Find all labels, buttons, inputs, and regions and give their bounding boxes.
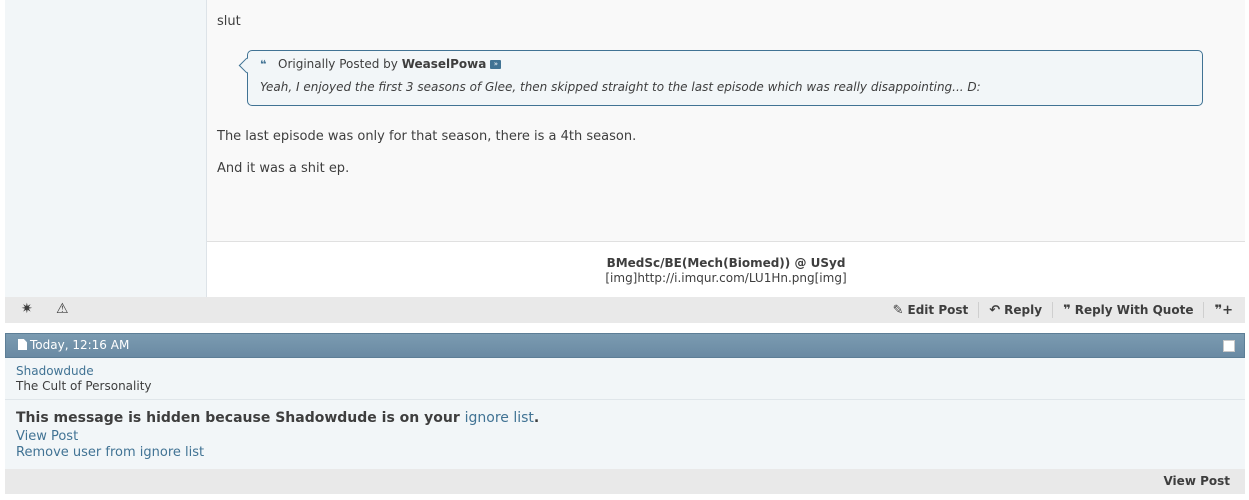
message-paragraph: The last episode was only for that seaso… <box>217 129 637 144</box>
quote-icon: ❝ <box>260 58 267 71</box>
hidden-message-text: This message is hidden because Shadowdud… <box>16 410 460 426</box>
post-2-footer: View Post <box>5 469 1245 494</box>
multiquote-button[interactable]: ❞+ <box>1214 303 1237 318</box>
view-post-link[interactable]: View Post <box>16 429 78 444</box>
reply-button[interactable]: ↶ Reply <box>989 303 1042 318</box>
view-post-icon[interactable]: » <box>490 60 502 69</box>
post-1-content: slut ❝ Originally Posted by WeaselPowa» Y… <box>207 0 1245 298</box>
post-1-footer: ✷ ⚠ ✎ Edit Post ↶ Reply ❞ Reply With Quo… <box>5 297 1245 323</box>
post-2-userinfo: Shadowdude The Cult of Personality <box>5 358 1245 400</box>
report-icon[interactable]: ⚠ <box>56 301 69 317</box>
reputation-icon[interactable]: ✷ <box>21 301 33 317</box>
reply-quote-icon: ❞ <box>1063 302 1071 318</box>
message-paragraph: And it was a shit ep. <box>217 161 350 176</box>
post-date: Today, 12:16 AM <box>18 338 129 352</box>
multiquote-icon: ❞+ <box>1214 302 1233 318</box>
post-controls: ✎ Edit Post ↶ Reply ❞ Reply With Quote ❞… <box>893 302 1237 318</box>
post-2-header: Today, 12:16 AM <box>5 333 1245 358</box>
document-icon <box>18 339 27 350</box>
post-date-text: Today, 12:16 AM <box>30 338 130 352</box>
post-2-body: This message is hidden because Shadowdud… <box>5 400 1245 469</box>
quote-author: WeaselPowa <box>401 57 487 71</box>
hidden-message: This message is hidden because Shadowdud… <box>16 410 539 426</box>
quote-header: ❝ Originally Posted by WeaselPowa» <box>260 57 502 71</box>
divider <box>1052 302 1054 318</box>
hidden-message-period: . <box>533 410 540 426</box>
edit-post-button[interactable]: ✎ Edit Post <box>893 303 969 318</box>
edit-icon: ✎ <box>892 302 904 318</box>
quote-box: ❝ Originally Posted by WeaselPowa» Yeah, … <box>247 50 1203 106</box>
post-1-userinfo <box>5 0 207 297</box>
user-title: The Cult of Personality <box>16 379 152 393</box>
post-1: slut ❝ Originally Posted by WeaselPowa» Y… <box>5 0 1245 323</box>
divider <box>978 302 980 318</box>
select-post-checkbox[interactable] <box>1223 340 1235 352</box>
post-2: Today, 12:16 AM Shadowdude The Cult of P… <box>5 333 1245 494</box>
quote-prefix: Originally Posted by <box>278 57 398 71</box>
username-link[interactable]: Shadowdude <box>16 364 94 378</box>
reply-icon: ↶ <box>989 302 1001 318</box>
edit-post-label: Edit Post <box>907 303 969 317</box>
remove-from-ignore-link[interactable]: Remove user from ignore list <box>16 445 204 460</box>
ignore-list-link[interactable]: ignore list <box>465 410 534 426</box>
reply-label: Reply <box>1004 303 1043 317</box>
reply-with-quote-label: Reply With Quote <box>1074 303 1194 317</box>
signature-line: BMedSc/BE(Mech(Biomed)) @ USyd <box>606 256 846 270</box>
quote-text: Yeah, I enjoyed the first 3 seasons of G… <box>260 80 981 94</box>
divider <box>1203 302 1205 318</box>
message-text-line: slut <box>217 14 241 29</box>
reply-with-quote-button[interactable]: ❞ Reply With Quote <box>1063 303 1193 318</box>
signature-line: [img]http://i.imqur.com/LU1Hn.png[img] <box>605 271 847 285</box>
signature: BMedSc/BE(Mech(Biomed)) @ USyd [img]http… <box>207 241 1245 298</box>
view-post-button[interactable]: View Post <box>1163 474 1230 488</box>
